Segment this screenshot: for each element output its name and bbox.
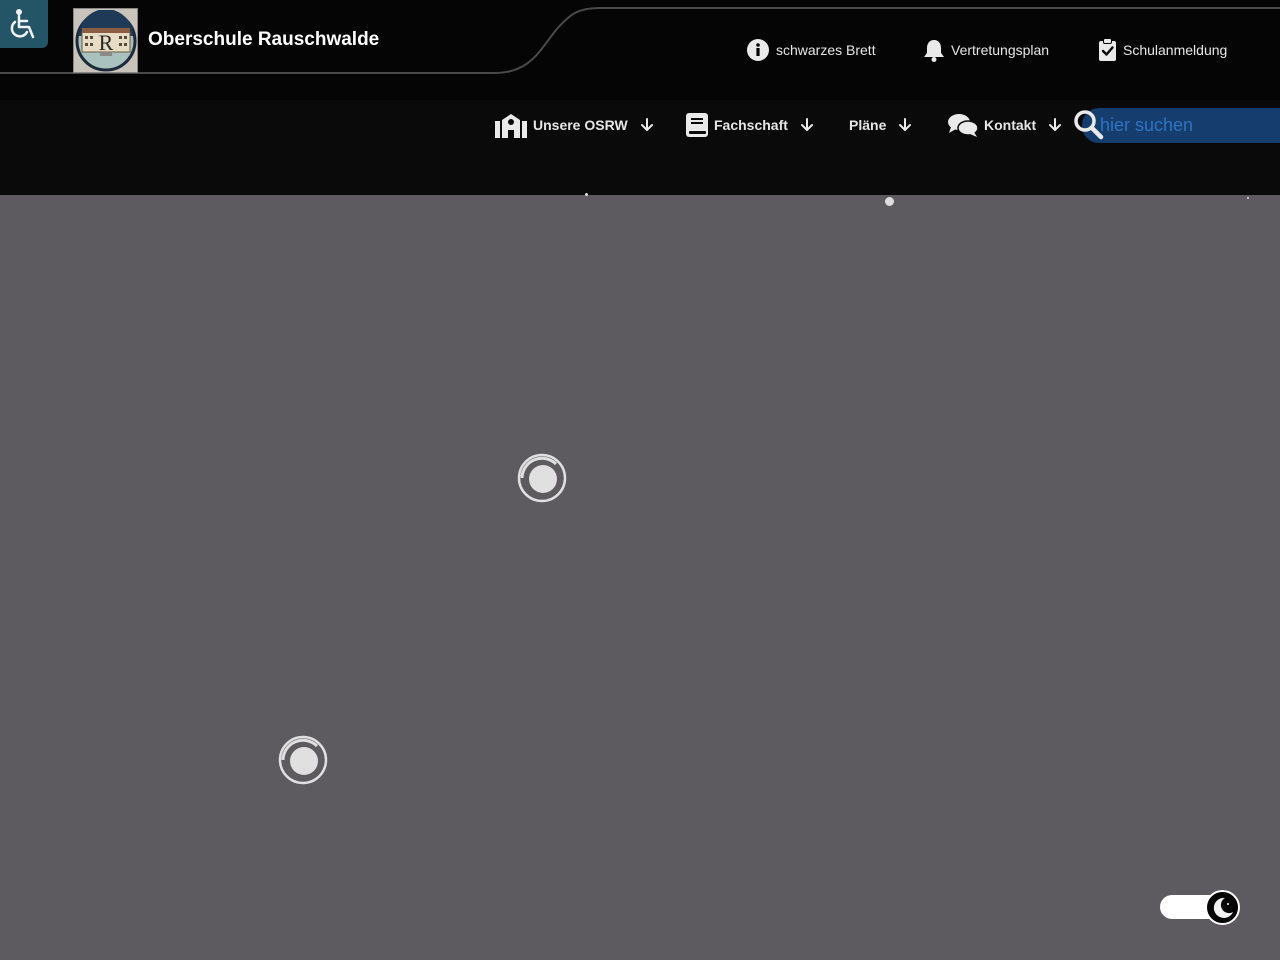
nav-item-fachschaft[interactable]: Fachschaft bbox=[686, 112, 814, 138]
spinner-icon bbox=[278, 735, 328, 785]
bell-icon bbox=[924, 40, 944, 62]
spinner-icon bbox=[517, 453, 567, 503]
search-icon[interactable] bbox=[1072, 108, 1104, 140]
logo-letter: R bbox=[98, 30, 113, 55]
site-title[interactable]: Oberschule Rauschwalde bbox=[148, 29, 379, 51]
top-link-label: Vertretungsplan bbox=[951, 42, 1050, 58]
nav-item-label: Pläne bbox=[849, 117, 887, 133]
accessibility-button[interactable] bbox=[0, 0, 48, 48]
nav-item-unsere-osrw[interactable]: Unsere OSRW bbox=[495, 112, 654, 138]
search-box bbox=[1072, 108, 1280, 143]
top-header: R Oberschule Rauschwalde schwarzes Brett… bbox=[0, 0, 1280, 100]
arrow-down-icon bbox=[899, 118, 912, 131]
school-icon bbox=[495, 114, 527, 138]
top-link-vertretungsplan[interactable]: Vertretungsplan bbox=[923, 37, 1049, 63]
top-link-schwarzes-brett[interactable]: schwarzes Brett bbox=[746, 37, 876, 63]
dark-mode-toggle[interactable] bbox=[1160, 890, 1240, 925]
decorative-dot bbox=[1247, 197, 1249, 199]
wheelchair-icon bbox=[10, 9, 35, 39]
top-link-label: Schulanmeldung bbox=[1123, 42, 1228, 58]
top-link-label: schwarzes Brett bbox=[776, 42, 876, 58]
decorative-dot bbox=[885, 197, 894, 206]
top-link-schulanmeldung[interactable]: Schulanmeldung bbox=[1098, 37, 1227, 63]
nav-item-kontakt[interactable]: Kontakt bbox=[948, 112, 1062, 138]
nav-item-label: Kontakt bbox=[984, 117, 1037, 133]
nav-item-label: Fachschaft bbox=[714, 117, 788, 133]
arrow-down-icon bbox=[1049, 118, 1062, 131]
moon-icon bbox=[1213, 897, 1233, 918]
decorative-dot bbox=[585, 193, 588, 196]
arrow-down-icon bbox=[640, 118, 653, 131]
toggle-knob bbox=[1205, 890, 1240, 925]
clipboard-check-icon bbox=[1099, 38, 1116, 61]
school-seal-logo: R bbox=[75, 9, 136, 71]
arrow-down-icon bbox=[800, 118, 813, 131]
info-circle-icon bbox=[747, 39, 769, 61]
nav-item-label: Unsere OSRW bbox=[533, 117, 628, 133]
book-icon bbox=[686, 113, 708, 137]
chat-bubbles-icon bbox=[948, 114, 978, 137]
nav-item-plaene[interactable]: Pläne bbox=[849, 112, 912, 138]
school-logo[interactable]: R bbox=[73, 8, 138, 73]
search-input[interactable] bbox=[1082, 108, 1280, 143]
main-navigation: Unsere OSRW Fachschaft Pläne Kontakt bbox=[0, 100, 1280, 195]
